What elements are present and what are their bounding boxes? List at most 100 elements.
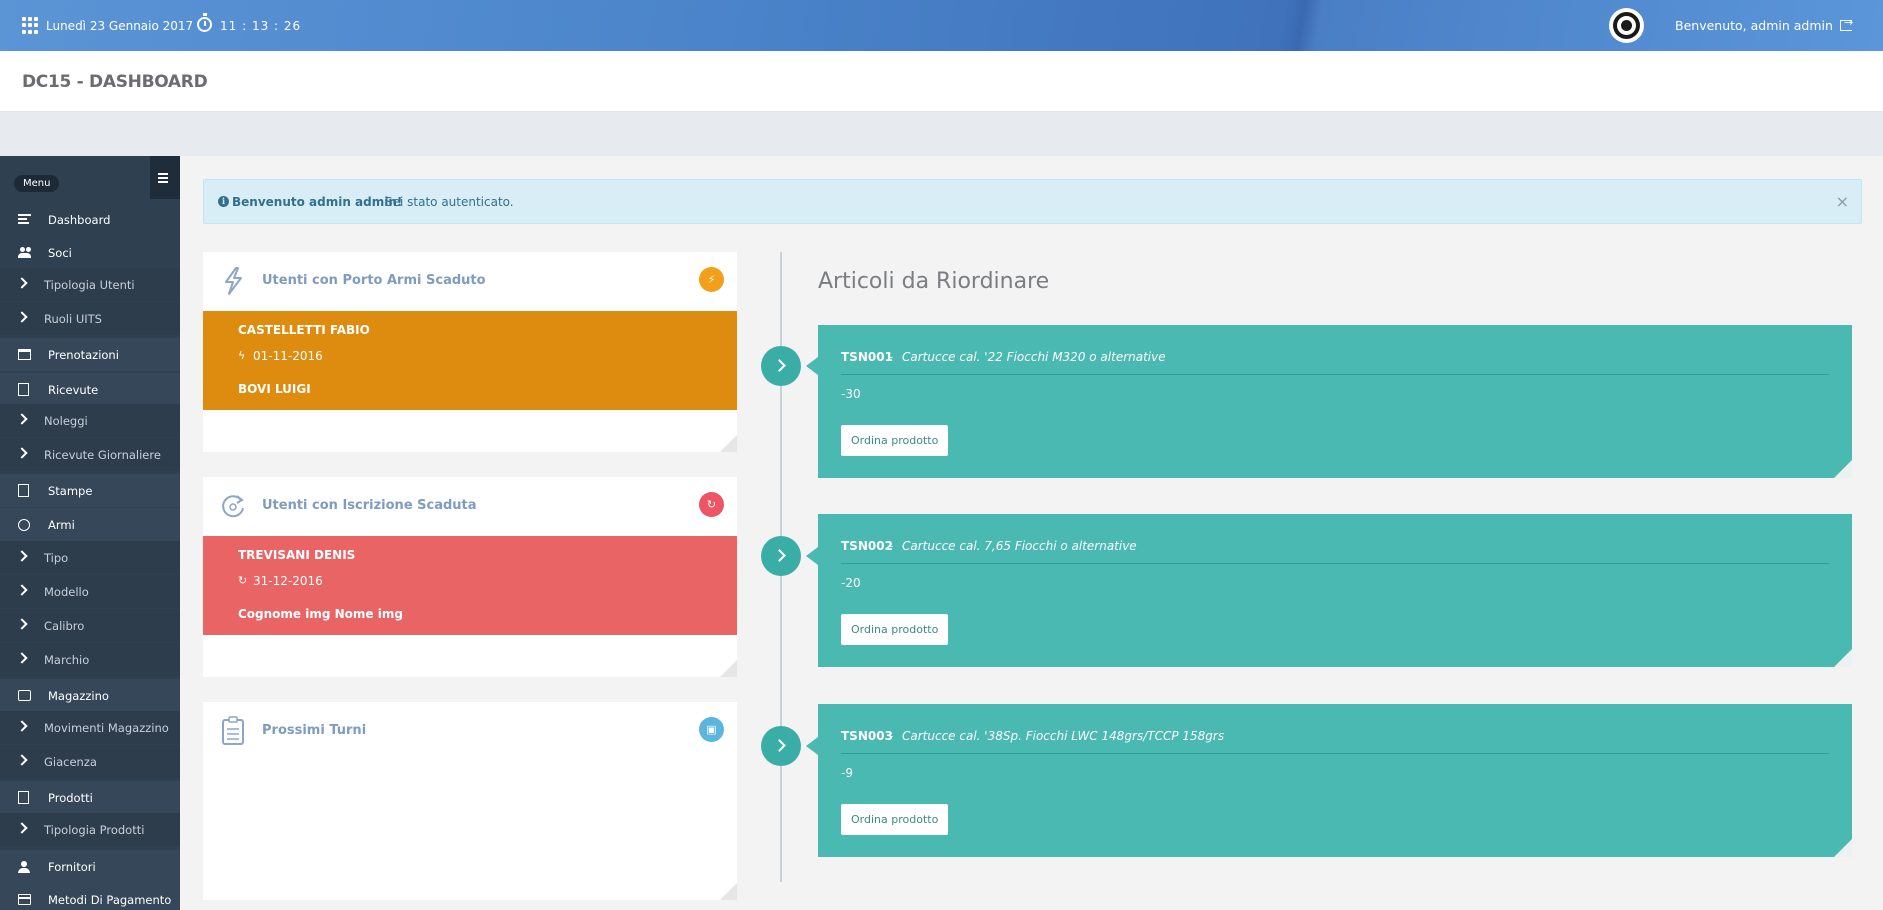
- stopwatch-icon: [197, 13, 212, 32]
- logout-icon[interactable]: [1840, 16, 1853, 31]
- sidebar-item-label: Magazzino: [48, 688, 109, 703]
- sidebar-item-ricevute[interactable]: Ricevute: [0, 373, 180, 406]
- sidebar-item-dashboard[interactable]: Dashboard: [0, 203, 180, 236]
- current-time: 11 : 13 : 26: [220, 19, 302, 33]
- sidebar-item-metodi-di-pagamento[interactable]: Metodi Di Pagamento: [0, 883, 180, 910]
- widget-list: TREVISANI DENIS ↻ 31-12-2016 Cognome img …: [203, 536, 737, 635]
- separator: -: [889, 729, 894, 743]
- divider: [841, 753, 1829, 754]
- products-icon: [18, 791, 29, 804]
- user-name: Cognome img Nome img: [238, 607, 403, 621]
- user-name: TREVISANI DENIS: [238, 548, 356, 562]
- sidebar-item-tipologia-utenti[interactable]: Tipologia Utenti: [0, 268, 180, 301]
- chevron-right-icon: [16, 447, 28, 459]
- sidebar-item-calibro[interactable]: Calibro: [0, 609, 180, 642]
- sidebar-item-marchio[interactable]: Marchio: [0, 643, 180, 676]
- welcome-user[interactable]: Benvenuto, admin admin: [1675, 18, 1833, 33]
- refresh-badge-icon[interactable]: ↻: [699, 492, 724, 517]
- sidebar-item-giacenza[interactable]: Giacenza: [0, 745, 180, 778]
- separator: -: [889, 539, 894, 553]
- product-quantity: -20: [841, 576, 861, 590]
- product-description: Cartucce cal. 7,65 Fiocchi o alternative: [902, 539, 1137, 553]
- order-product-button[interactable]: Ordina prodotto: [841, 425, 949, 456]
- sidebar-item-label: Giacenza: [44, 754, 97, 769]
- sidebar-item-label: Ricevute Giornaliere: [44, 447, 161, 462]
- order-product-button[interactable]: Ordina prodotto: [841, 804, 949, 835]
- chevron-right-icon: [16, 550, 28, 562]
- sidebar-item-noleggi[interactable]: Noleggi: [0, 404, 180, 437]
- widget-corner-fold: [720, 883, 737, 900]
- alert-message: Sei stato autenticato.: [385, 195, 514, 209]
- sidebar-item-magazzino[interactable]: Magazzino: [0, 679, 180, 712]
- list-item[interactable]: BOVI LUIGI ϟ 01-11-2016: [238, 382, 323, 410]
- apps-grid-icon[interactable]: [22, 17, 39, 34]
- widget-porto-armi-scaduto: Utenti con Porto Armi Scaduto ⚡ CASTELLE…: [203, 252, 737, 452]
- refresh-small-icon: ↻: [238, 633, 247, 635]
- alert-close-button[interactable]: ×: [1836, 192, 1849, 211]
- sidebar-item-label: Fornitori: [48, 859, 96, 874]
- sidebar-item-label: Ricevute: [48, 382, 99, 397]
- calendar-icon: [18, 349, 31, 360]
- receipt-icon: [18, 383, 29, 396]
- list-item[interactable]: Cognome img Nome img ↻ 31-12-2016: [238, 607, 403, 635]
- sidebar-item-label: Tipo: [44, 550, 69, 565]
- sidebar-item-modello[interactable]: Modello: [0, 575, 180, 608]
- clipboard-badge-icon[interactable]: ▣: [699, 717, 724, 742]
- bolt-small-icon: ϟ: [238, 349, 246, 362]
- refresh-icon: [222, 495, 244, 518]
- product-code: TSN003: [841, 729, 893, 743]
- print-icon: [18, 484, 29, 497]
- widget-title: Prossimi Turni: [262, 723, 367, 738]
- chevron-right-icon: [16, 618, 28, 630]
- sidebar-item-ruoli-uits[interactable]: Ruoli UITS: [0, 302, 180, 335]
- menu-label: Menu: [14, 175, 60, 192]
- separator: -: [889, 350, 894, 364]
- bolt-icon[interactable]: ⚡: [699, 267, 724, 292]
- widget-prossimi-turni: Prossimi Turni ▣: [203, 702, 737, 900]
- expiry-date: 31-12-2016: [253, 633, 323, 635]
- sidebar-item-armi[interactable]: Armi: [0, 508, 180, 541]
- sidebar-item-tipo[interactable]: Tipo: [0, 541, 180, 574]
- circle-icon: [18, 519, 30, 531]
- sidebar-item-prodotti[interactable]: Prodotti: [0, 781, 180, 814]
- bolt-small-icon: ϟ: [238, 408, 245, 410]
- breadcrumb-bar: [0, 112, 1883, 156]
- sidebar-item-soci[interactable]: Soci: [0, 236, 180, 269]
- sidebar: Menu Dashboard Soci Tipologia Utenti Ruo…: [0, 156, 180, 910]
- expiry-date: 01-11-2016: [253, 349, 323, 363]
- sidebar-item-label: Modello: [44, 584, 89, 599]
- sidebar-item-movimenti-magazzino[interactable]: Movimenti Magazzino: [0, 711, 180, 744]
- clipboard-icon: [222, 716, 244, 745]
- widget-iscrizione-scaduta: Utenti con Iscrizione Scaduta ↻ TREVISAN…: [203, 477, 737, 677]
- list-item[interactable]: TREVISANI DENIS ↻ 31-12-2016: [238, 548, 355, 588]
- chevron-right-icon: [16, 754, 28, 766]
- reorder-item: TSN001 - Cartucce cal. '22 Fiocchi M320 …: [818, 325, 1852, 478]
- sidebar-item-label: Movimenti Magazzino: [44, 720, 169, 735]
- sidebar-item-prenotazioni[interactable]: Prenotazioni: [0, 338, 180, 371]
- widget-title: Utenti con Porto Armi Scaduto: [262, 273, 486, 288]
- sidebar-item-ricevute-giornaliere[interactable]: Ricevute Giornaliere: [0, 438, 180, 471]
- welcome-alert: i Benvenuto admin admin! Sei stato auten…: [203, 179, 1862, 224]
- widget-header: Utenti con Porto Armi Scaduto ⚡: [203, 252, 737, 311]
- chevron-right-icon: [16, 277, 28, 289]
- product-description: Cartucce cal. '38Sp. Fiocchi LWC 148grs/…: [902, 729, 1225, 743]
- expiry-date: 01-11-2016: [253, 408, 323, 410]
- order-product-button[interactable]: Ordina prodotto: [841, 614, 949, 645]
- reorder-item: TSN002 - Cartucce cal. 7,65 Fiocchi o al…: [818, 514, 1852, 667]
- divider: [841, 374, 1829, 375]
- sidebar-item-label: Prenotazioni: [48, 347, 119, 362]
- sidebar-item-fornitori[interactable]: Fornitori: [0, 850, 180, 883]
- sidebar-item-tipologia-prodotti[interactable]: Tipologia Prodotti: [0, 813, 180, 846]
- list-item[interactable]: CASTELLETTI FABIO ϟ 01-11-2016: [238, 323, 370, 363]
- sidebar-item-label: Prodotti: [48, 790, 93, 805]
- lightning-icon: [225, 267, 242, 295]
- widget-header: Prossimi Turni ▣: [203, 702, 737, 761]
- page-title: DC15 - DASHBOARD: [22, 72, 208, 92]
- sidebar-toggle-button[interactable]: [150, 156, 180, 199]
- chevron-right-icon: [16, 822, 28, 834]
- widget-title: Utenti con Iscrizione Scaduta: [262, 498, 477, 513]
- timeline-arrow: [806, 737, 818, 755]
- sidebar-item-stampe[interactable]: Stampe: [0, 474, 180, 507]
- sidebar-item-label: Marchio: [44, 652, 90, 667]
- divider: [841, 563, 1829, 564]
